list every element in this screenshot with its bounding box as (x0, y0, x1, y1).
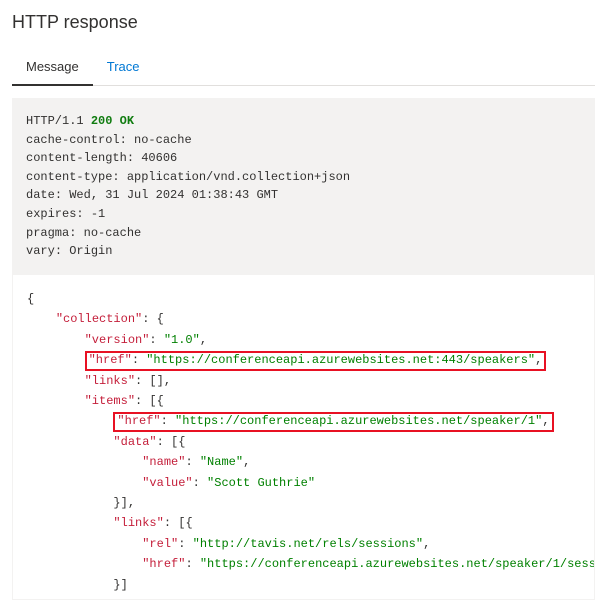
json-key-collection: "collection" (56, 312, 142, 326)
json-val-link-href: "https://conferenceapi.azurewebsites.net… (200, 557, 595, 571)
json-key-data: "data" (113, 435, 156, 449)
json-key-item-links: "links" (113, 516, 163, 530)
header-date-value: Wed, 31 Jul 2024 01:38:43 GMT (69, 188, 278, 202)
header-vary-label: vary (26, 244, 55, 258)
header-content-length-value: 40606 (141, 151, 177, 165)
header-expires-value: -1 (91, 207, 105, 221)
json-key-value: "value" (142, 476, 192, 490)
json-val-value: "Scott Guthrie" (207, 476, 315, 490)
header-content-type-label: content-type (26, 170, 112, 184)
highlight-item-href: "href": "https://conferenceapi.azurewebs… (113, 412, 553, 432)
json-key-href: "href" (89, 353, 132, 367)
header-vary-value: Origin (69, 244, 112, 258)
tab-bar: Message Trace (12, 51, 595, 86)
tab-message[interactable]: Message (12, 51, 93, 86)
header-expires-label: expires (26, 207, 76, 221)
json-key-link-href: "href" (142, 557, 185, 571)
highlight-collection-href: "href": "https://conferenceapi.azurewebs… (85, 351, 547, 371)
response-body: { "collection": { "version": "1.0", "hre… (12, 275, 595, 600)
json-key-links: "links" (85, 374, 135, 388)
json-val-name: "Name" (200, 455, 243, 469)
json-key-item-href: "href" (117, 414, 160, 428)
header-content-type-value: application/vnd.collection+json (127, 170, 350, 184)
header-cache-control-value: no-cache (134, 133, 192, 147)
header-content-length-label: content-length (26, 151, 127, 165)
header-cache-control-label: cache-control (26, 133, 120, 147)
header-date-label: date (26, 188, 55, 202)
json-key-name: "name" (142, 455, 185, 469)
tab-trace[interactable]: Trace (93, 51, 154, 86)
header-pragma-label: pragma (26, 226, 69, 240)
status-code: 200 OK (91, 114, 134, 128)
json-val-version: "1.0" (164, 333, 200, 347)
json-val-rel: "http://tavis.net/rels/sessions" (193, 537, 423, 551)
json-key-rel: "rel" (142, 537, 178, 551)
response-headers: HTTP/1.1 200 OK cache-control: no-cache … (12, 98, 595, 275)
json-val-item-href: "https://conferenceapi.azurewebsites.net… (175, 414, 542, 428)
json-key-version: "version" (85, 333, 150, 347)
protocol-text: HTTP/1.1 (26, 114, 84, 128)
json-val-collection-href: "https://conferenceapi.azurewebsites.net… (146, 353, 535, 367)
header-pragma-value: no-cache (84, 226, 142, 240)
json-key-items: "items" (85, 394, 135, 408)
page-title: HTTP response (12, 12, 595, 33)
